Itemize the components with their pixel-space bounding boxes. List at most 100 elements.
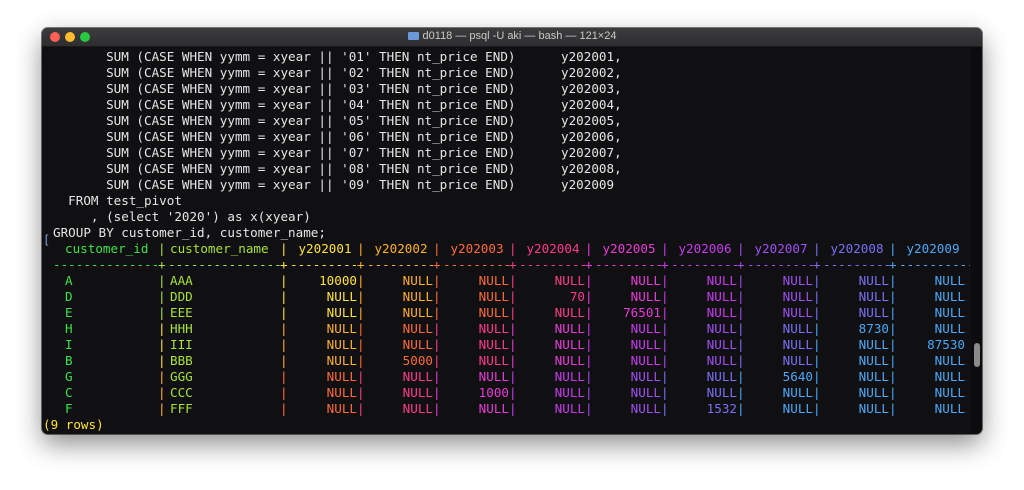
column-separator: | <box>889 289 897 304</box>
column-separator: | <box>509 289 517 304</box>
column-separator: | <box>585 353 593 368</box>
table-cell: 5640 <box>782 369 813 384</box>
table-cell: NULL <box>782 401 813 416</box>
divider-segment: ------------------------------ <box>168 257 280 272</box>
column-separator: | <box>509 385 517 400</box>
column-separator: | <box>280 385 288 400</box>
table-cell: NULL <box>858 385 889 400</box>
table-cell: 70 <box>569 289 585 304</box>
column-separator: | <box>737 353 745 368</box>
table-cell: NULL <box>630 273 661 288</box>
column-separator: | <box>357 241 365 256</box>
column-separator: | <box>813 401 821 416</box>
table-cell: NULL <box>554 337 585 352</box>
column-header-y202007[interactable]: y202007 <box>749 241 813 257</box>
column-separator: | <box>433 369 441 384</box>
table-cell: 1000 <box>478 385 509 400</box>
table-cell: NULL <box>858 401 889 416</box>
column-header-y202009[interactable]: y202009 <box>901 241 965 257</box>
table-cell: NULL <box>706 385 737 400</box>
column-header-customer_id[interactable]: customer_id <box>65 241 155 257</box>
table-cell: NULL <box>782 321 813 336</box>
row-count-footer: (9 rows) <box>43 417 104 432</box>
column-separator: | <box>280 401 288 416</box>
column-separator: | <box>509 305 517 320</box>
column-separator: | <box>158 401 166 416</box>
column-separator: | <box>889 369 897 384</box>
table-cell: NULL <box>630 369 661 384</box>
table-cell: B <box>65 353 73 368</box>
table-cell: EEE <box>170 305 193 320</box>
table-cell: NULL <box>706 337 737 352</box>
table-cell: I <box>65 337 73 352</box>
table-cell: NULL <box>782 273 813 288</box>
column-separator: | <box>280 369 288 384</box>
column-separator: | <box>813 353 821 368</box>
table-cell: NULL <box>630 385 661 400</box>
table-cell: NULL <box>478 337 509 352</box>
table-cell: NULL <box>630 321 661 336</box>
column-header-y202004[interactable]: y202004 <box>521 241 585 257</box>
column-header-y202008[interactable]: y202008 <box>825 241 889 257</box>
column-separator: | <box>813 321 821 336</box>
column-separator: | <box>889 241 897 256</box>
column-separator: | <box>280 241 288 256</box>
table-cell: NULL <box>782 289 813 304</box>
column-separator: | <box>813 385 821 400</box>
column-separator: | <box>737 321 745 336</box>
scrollbar[interactable] <box>971 47 982 434</box>
divider-plus: + <box>661 257 669 272</box>
column-separator: | <box>357 273 365 288</box>
table-cell: NULL <box>858 337 889 352</box>
column-separator: | <box>661 337 669 352</box>
table-cell: D <box>65 289 73 304</box>
column-header-y202006[interactable]: y202006 <box>673 241 737 257</box>
sql-line: SUM (CASE WHEN yymm = xyear || '05' THEN… <box>53 113 622 128</box>
column-separator: | <box>433 241 441 256</box>
sql-line: SUM (CASE WHEN yymm = xyear || '09' THEN… <box>53 177 615 192</box>
sql-line: SUM (CASE WHEN yymm = xyear || '08' THEN… <box>53 161 622 176</box>
table-cell: 10000 <box>319 273 357 288</box>
column-header-customer_name[interactable]: customer_name <box>170 241 275 257</box>
table-cell: 8730 <box>858 321 889 336</box>
column-separator: | <box>737 305 745 320</box>
table-cell: NULL <box>858 289 889 304</box>
column-separator: | <box>585 273 593 288</box>
table-cell: NULL <box>630 337 661 352</box>
table-cell: NULL <box>326 353 357 368</box>
column-separator: | <box>661 305 669 320</box>
selection-bracket-left-icon: [ <box>43 233 51 247</box>
column-header-y202003[interactable]: y202003 <box>445 241 509 257</box>
table-cell: NULL <box>706 289 737 304</box>
terminal-output[interactable]: SUM (CASE WHEN yymm = xyear || '01' THEN… <box>42 47 970 434</box>
table-cell: III <box>170 337 193 352</box>
column-header-y202002[interactable]: y202002 <box>369 241 433 257</box>
column-separator: | <box>158 385 166 400</box>
column-separator: | <box>889 305 897 320</box>
table-cell: NULL <box>782 385 813 400</box>
column-separator: | <box>158 273 166 288</box>
table-cell: NULL <box>858 369 889 384</box>
column-header-y202005[interactable]: y202005 <box>597 241 661 257</box>
table-cell: NULL <box>402 369 433 384</box>
table-cell: C <box>65 385 73 400</box>
column-separator: | <box>737 385 745 400</box>
column-separator: | <box>433 353 441 368</box>
table-cell: NULL <box>478 289 509 304</box>
column-separator: | <box>585 385 593 400</box>
divider-plus: + <box>585 257 593 272</box>
column-header-y202001[interactable]: y202001 <box>293 241 357 257</box>
sql-line: SUM (CASE WHEN yymm = xyear || '02' THEN… <box>53 65 622 80</box>
column-separator: | <box>737 337 745 352</box>
scrollbar-thumb[interactable] <box>974 343 980 367</box>
table-cell: DDD <box>170 289 193 304</box>
table-cell: NULL <box>402 321 433 336</box>
column-separator: | <box>280 337 288 352</box>
divider-segment: ------------------------------ <box>899 257 970 272</box>
table-cell: HHH <box>170 321 193 336</box>
table-cell: NULL <box>554 321 585 336</box>
table-cell: NULL <box>630 353 661 368</box>
column-separator: | <box>357 305 365 320</box>
table-cell: NULL <box>706 305 737 320</box>
column-separator: | <box>737 369 745 384</box>
